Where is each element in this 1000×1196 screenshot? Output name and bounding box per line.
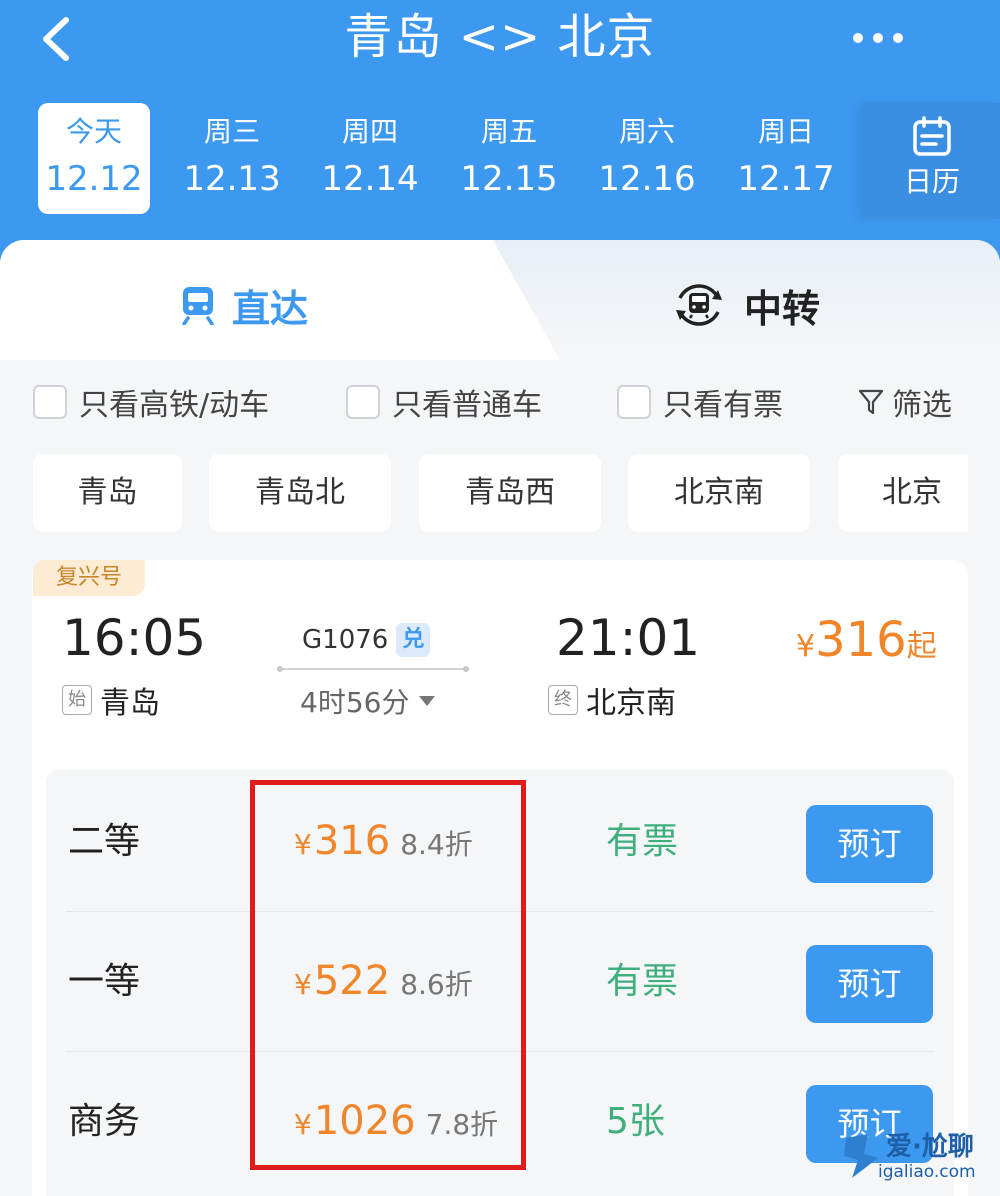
filter-high-speed[interactable]: 只看高铁/动车	[33, 380, 269, 424]
tab-transfer-label: 中转	[744, 286, 821, 331]
screen-button[interactable]: 筛选	[858, 380, 952, 424]
date-tab-4[interactable]: 周六 12.16	[591, 103, 703, 214]
date-value: 12.12	[45, 159, 143, 199]
date-value: 12.13	[183, 159, 281, 199]
departure-station: 始 青岛	[62, 680, 160, 721]
calendar-button[interactable]: 日历	[864, 103, 1000, 219]
end-tag: 终	[548, 685, 578, 715]
departure-station-name: 青岛	[100, 686, 160, 721]
date-tab-5[interactable]: 周日 12.17	[730, 103, 842, 214]
exchange-tag: 兑	[396, 623, 431, 657]
date-tab-3[interactable]: 周五 12.15	[453, 103, 565, 214]
back-button[interactable]	[30, 8, 90, 68]
date-tab-2[interactable]: 周四 12.14	[314, 103, 426, 214]
seat-class: 二等	[68, 821, 141, 862]
min-price-suffix: 起	[906, 629, 937, 664]
filter-label: 只看普通车	[392, 388, 542, 423]
station-chip[interactable]: 青岛	[33, 454, 182, 532]
page-title: 青岛 <> 北京	[344, 9, 656, 65]
screen-label: 筛选	[892, 388, 952, 423]
min-price-value: 316	[815, 612, 907, 668]
date-value: 12.17	[737, 159, 835, 199]
train-number: G1076 兑	[302, 622, 431, 658]
start-tag: 始	[62, 685, 92, 715]
tab-direct-label: 直达	[232, 286, 309, 331]
seat-class: 商务	[68, 1101, 141, 1142]
watermark-title: 爱·尬聊	[886, 1132, 974, 1162]
date-value: 12.15	[460, 159, 558, 199]
filter-regular[interactable]: 只看普通车	[346, 380, 542, 424]
more-button[interactable]	[840, 16, 920, 60]
date-weekday: 周五	[480, 115, 537, 148]
checkbox[interactable]	[346, 385, 380, 419]
arrival-station-name: 北京南	[586, 686, 676, 721]
filter-available[interactable]: 只看有票	[617, 380, 783, 424]
arrival-time: 21:01	[556, 609, 701, 667]
currency-symbol: ¥	[796, 629, 816, 664]
caret-down-icon	[419, 696, 436, 706]
calendar-label: 日历	[903, 165, 960, 198]
min-price: ¥316起	[796, 610, 937, 681]
train-icon	[182, 287, 214, 325]
arrival-station: 终 北京南	[548, 680, 676, 721]
tab-transfer[interactable]: 中转	[672, 275, 820, 335]
seat-availability: 有票	[606, 821, 679, 862]
date-value: 12.14	[321, 159, 419, 199]
train-number-text: G1076	[302, 625, 389, 655]
watermark: 爱·尬聊 igaliao.com	[838, 1124, 998, 1190]
more-dots-icon	[853, 33, 903, 43]
date-tab-0[interactable]: 今天 12.12	[38, 103, 150, 214]
checkbox[interactable]	[617, 385, 651, 419]
date-weekday: 周六	[618, 115, 675, 148]
date-value: 12.16	[598, 159, 696, 199]
filter-label: 只看有票	[663, 388, 783, 423]
chevron-left-icon	[43, 17, 69, 61]
calendar-icon	[913, 116, 951, 156]
watermark-url: igaliao.com	[878, 1162, 976, 1182]
duration-text: 4时56分	[300, 686, 410, 719]
highlight-box	[250, 780, 526, 1170]
station-chip[interactable]: 青岛西	[419, 454, 601, 532]
date-tab-1[interactable]: 周三 12.13	[176, 103, 288, 214]
book-button[interactable]: 预订	[806, 945, 933, 1023]
station-chip[interactable]: 北京南	[628, 454, 810, 532]
train-type-badge: 复兴号	[33, 560, 145, 596]
seat-availability: 5张	[606, 1101, 665, 1142]
date-weekday: 今天	[65, 115, 122, 148]
departure-time: 16:05	[62, 609, 207, 667]
station-chip[interactable]: 青岛北	[209, 454, 391, 532]
seat-class: 一等	[68, 961, 141, 1002]
route-line	[277, 666, 469, 672]
seat-availability: 有票	[606, 961, 679, 1002]
duration-toggle[interactable]: 4时56分	[300, 682, 436, 720]
filter-label: 只看高铁/动车	[79, 388, 270, 423]
tab-direct[interactable]: 直达	[180, 275, 308, 335]
date-weekday: 周四	[341, 115, 398, 148]
station-chip[interactable]: 北京	[838, 454, 968, 532]
date-weekday: 周三	[203, 115, 260, 148]
date-weekday: 周日	[757, 115, 814, 148]
book-button[interactable]: 预订	[806, 805, 933, 883]
transfer-train-icon	[676, 284, 722, 326]
checkbox[interactable]	[33, 385, 67, 419]
filter-funnel-icon	[858, 389, 884, 415]
